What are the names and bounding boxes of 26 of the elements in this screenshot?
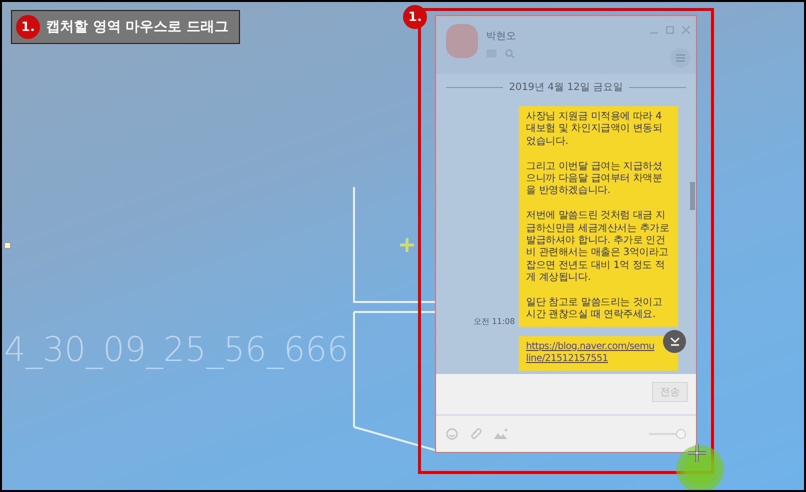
- search-icon[interactable]: [505, 49, 515, 59]
- scrollbar-thumb[interactable]: [690, 182, 695, 210]
- instruction-text: 캡처할 영역 마우스로 드래그: [46, 18, 229, 36]
- smiley-icon[interactable]: [446, 428, 458, 440]
- close-icon[interactable]: [682, 26, 690, 34]
- scroll-down-button[interactable]: [663, 330, 686, 353]
- menu-icon: [676, 54, 684, 62]
- step-badge: 1.: [16, 15, 40, 39]
- step-badge: 1.: [403, 5, 427, 29]
- menu-button[interactable]: [670, 48, 690, 68]
- handle-icon: [4, 242, 11, 249]
- contact-name: 박현오: [486, 30, 516, 43]
- paperclip-icon[interactable]: [470, 428, 482, 440]
- slider-thumb[interactable]: [676, 429, 686, 439]
- date-divider: 2019년 4월 12일 금요일: [508, 81, 624, 94]
- message-bubble: 사장님 지원금 미적용에 따라 4대보험 및 차인지급액이 변동되었습니다. 그리고 이번달 급여는 지급하셨으니까 다음달 급여부터 차액분을 반영하겠습니다. 저번에 말씀드린 것처럼 대금 지급하신만큼 세금계산서는 추가로 발급하셔야 합니다. 추가로 인건비 관련해서는 매출은 3억이라고 잡으면 전년도 대비 1억 정도 적게 계상됩니다. 일단 참고로 말씀드리는 것이고 시간 괜찮으실 때 연락주세요.: [519, 106, 678, 327]
- chevron-down-icon: [670, 337, 680, 346]
- message-link[interactable]: https://blog.naver.com/semuline/21512157551: [526, 340, 655, 366]
- crosshair-cursor-icon: [688, 444, 706, 462]
- crosshair-icon: [400, 238, 414, 252]
- image-icon[interactable]: [494, 428, 508, 440]
- overlay-text: 4_30_09_25_56_666: [4, 330, 349, 370]
- cursor-highlight: [676, 445, 724, 490]
- message-time: 오전 11:08: [473, 316, 515, 327]
- photo-placeholder: [446, 24, 478, 58]
- maximize-icon[interactable]: [666, 26, 674, 34]
